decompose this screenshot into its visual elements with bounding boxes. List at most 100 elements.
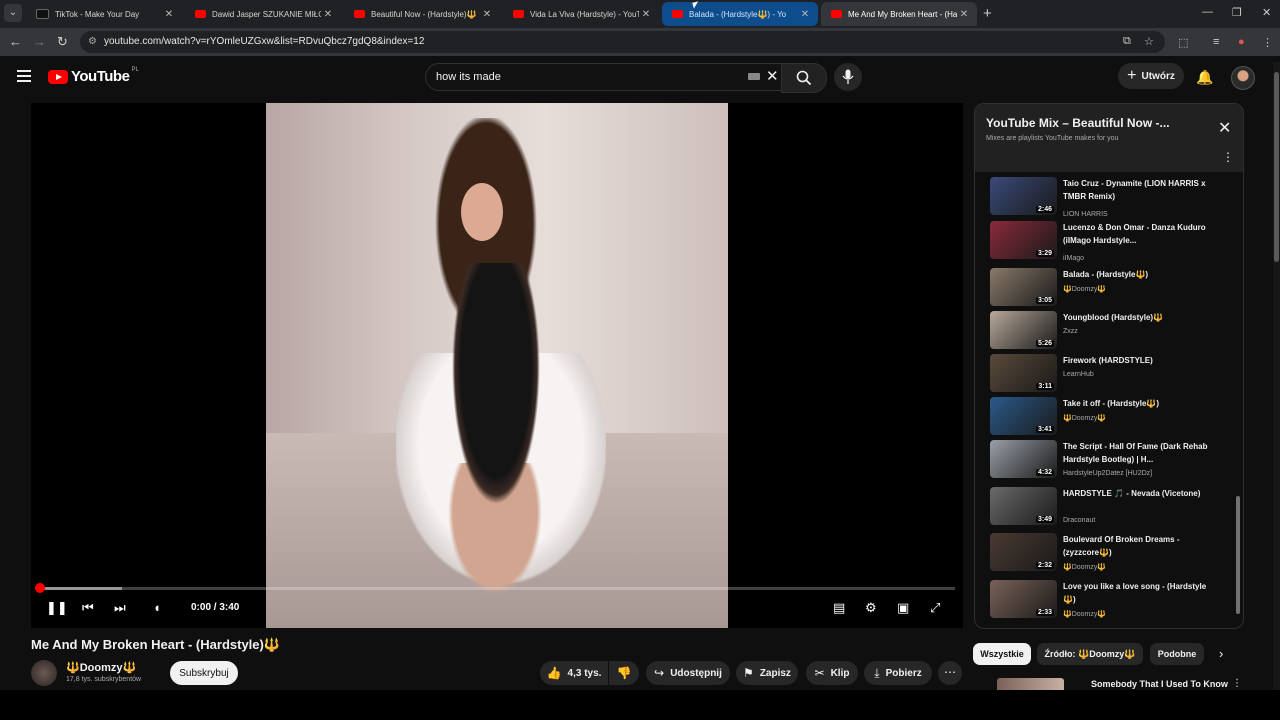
forward-icon[interactable]: → <box>33 34 46 49</box>
youtube-logo[interactable]: YouTube PL <box>48 67 139 85</box>
next-video-title[interactable]: Somebody That I Used To Know <box>1091 679 1228 689</box>
playlist-item-title[interactable]: Balada - (Hardstyle🔱) <box>1063 268 1213 281</box>
menu-icon[interactable] <box>17 70 31 85</box>
dislike-button[interactable]: 👎 <box>609 661 639 685</box>
close-tab-icon[interactable]: ✕ <box>321 9 335 20</box>
browser-tab[interactable]: Beautiful Now - (Hardstyle)🔱 ✕ <box>344 2 500 26</box>
more-actions-icon[interactable]: ⋯ <box>938 661 962 685</box>
close-tab-icon[interactable]: ✕ <box>162 9 176 20</box>
bookmark-star-icon[interactable]: ☆ <box>1144 35 1154 48</box>
media-control-icon[interactable]: ≡ <box>1213 36 1219 48</box>
chip-source-channel[interactable]: Źródło: 🔱Doomzy🔱 <box>1037 643 1143 665</box>
playlist-item[interactable]: 4:32 The Script - Hall Of Fame (Dark Reha… <box>990 440 1230 482</box>
playlist-item-title[interactable]: The Script - Hall Of Fame (Dark Rehab Ha… <box>1063 440 1213 466</box>
extensions-icon[interactable]: ⬚ <box>1178 36 1188 49</box>
site-info-icon[interactable]: ⚙ <box>88 36 97 47</box>
chip-related[interactable]: Podobne <box>1150 643 1204 665</box>
playlist-item[interactable]: 3:05 Balada - (Hardstyle🔱) 🔱Doomzy🔱 <box>990 268 1230 310</box>
playlist-item-title[interactable]: Firework (HARDSTYLE) <box>1063 354 1213 367</box>
playlist-item-title[interactable]: Boulevard Of Broken Dreams - (zyzzcore🔱) <box>1063 533 1213 559</box>
playlist-item-thumbnail[interactable]: 2:32 <box>990 533 1057 571</box>
browser-tab[interactable]: Balada - (Hardstyle🔱) - Yo ✕ <box>662 2 818 26</box>
close-window-icon[interactable]: ✕ <box>1262 6 1271 19</box>
like-button[interactable]: 👍 4,3 tys. <box>540 661 608 685</box>
subtitles-icon[interactable]: ▤ <box>833 600 845 616</box>
close-tab-icon[interactable]: ✕ <box>798 9 812 20</box>
browser-menu-icon[interactable]: ⋮ <box>1262 36 1273 49</box>
playlist-menu-icon[interactable]: ⋮ <box>1222 150 1234 164</box>
search-button[interactable] <box>781 63 827 93</box>
minimize-icon[interactable]: — <box>1202 6 1213 18</box>
tab-search-chevron-icon[interactable]: ⌄ <box>4 4 22 22</box>
close-tab-icon[interactable]: ✕ <box>480 9 494 20</box>
playlist-item[interactable]: 3:29 Lucenzo & Don Omar - Danza Kuduro (i… <box>990 221 1230 263</box>
browser-tab[interactable]: TikTok - Make Your Day ✕ <box>26 2 182 26</box>
playlist-item-thumbnail[interactable]: 4:32 <box>990 440 1057 478</box>
account-avatar[interactable] <box>1231 66 1255 90</box>
playlist-item-title[interactable]: Youngblood (Hardstyle)🔱 <box>1063 311 1213 324</box>
previous-icon[interactable]: ⏮ <box>82 600 94 616</box>
pause-icon[interactable]: ❚❚ <box>46 600 68 616</box>
scrubber-handle[interactable] <box>35 583 45 593</box>
close-playlist-icon[interactable]: ✕ <box>1218 118 1231 138</box>
progress-bar[interactable] <box>35 583 955 593</box>
browser-tab[interactable]: Dawid Jasper SZUKANIE MIŁOŚ ✕ <box>185 2 341 26</box>
page-scrollbar[interactable] <box>1273 62 1280 690</box>
omnibox[interactable]: ⚙ youtube.com/watch?v=rYOmleUZGxw&list=R… <box>80 31 1165 53</box>
close-tab-icon[interactable]: ✕ <box>957 9 971 20</box>
playlist-item[interactable]: 3:41 Take it off - (Hardstyle🔱) 🔱Doomzy🔱 <box>990 397 1230 439</box>
reload-icon[interactable]: ↻ <box>57 34 68 50</box>
new-tab-icon[interactable]: + <box>983 5 992 22</box>
next-video-menu-icon[interactable]: ⋮ <box>1232 678 1242 689</box>
clear-search-icon[interactable]: ✕ <box>766 67 779 85</box>
search-input[interactable]: how its made ✕ <box>425 63 782 91</box>
chevron-right-icon[interactable]: › <box>1219 646 1223 661</box>
save-button[interactable]: ⚑ Zapisz <box>736 661 798 685</box>
close-tab-icon[interactable]: ✕ <box>639 9 653 20</box>
playlist-item-thumbnail[interactable]: 3:41 <box>990 397 1057 435</box>
keyboard-icon[interactable] <box>748 73 760 80</box>
playlist-item-thumbnail[interactable]: 3:49 <box>990 487 1057 525</box>
playlist-item-thumbnail[interactable]: 3:05 <box>990 268 1057 306</box>
volume-icon[interactable]: ◖ <box>153 600 161 615</box>
playlist-item[interactable]: 2:46 Taio Cruz - Dynamite (LION HARRIS x … <box>990 177 1230 219</box>
video-player[interactable] <box>31 103 963 628</box>
page-scrollbar-thumb[interactable] <box>1274 72 1279 262</box>
maximize-icon[interactable]: ❐ <box>1232 6 1242 19</box>
search-query[interactable]: how its made <box>436 71 501 83</box>
playlist-item-title[interactable]: HARDSTYLE 🎵 - Nevada (Vicetone) <box>1063 487 1213 500</box>
playlist-item-thumbnail[interactable]: 2:33 <box>990 580 1057 618</box>
profile-icon[interactable]: ● <box>1238 36 1245 48</box>
create-button[interactable]: + Utwórz <box>1118 63 1184 89</box>
install-app-icon[interactable]: ⧉ <box>1123 35 1131 48</box>
playlist-scrollbar[interactable] <box>1236 174 1240 624</box>
notifications-bell-icon[interactable]: 🔔 <box>1196 69 1213 86</box>
playlist-item[interactable]: 3:11 Firework (HARDSTYLE) LearnHub <box>990 354 1230 396</box>
back-icon[interactable]: ← <box>9 34 22 49</box>
chip-all[interactable]: Wszystkie <box>973 643 1031 665</box>
playlist-item-title[interactable]: Lucenzo & Don Omar - Danza Kuduro (iIMag… <box>1063 221 1213 247</box>
share-button[interactable]: ↪ Udostępnij <box>646 661 730 685</box>
playlist-item-thumbnail[interactable]: 3:11 <box>990 354 1057 392</box>
clip-button[interactable]: ✂ Klip <box>806 661 858 685</box>
download-button[interactable]: ⤓ Pobierz <box>864 661 932 685</box>
browser-tab[interactable]: Vida La Viva (Hardstyle) - YouTu ✕ <box>503 2 659 26</box>
settings-gear-icon[interactable]: ⚙ <box>865 600 877 616</box>
fullscreen-icon[interactable]: ⤢ <box>930 600 940 616</box>
miniplayer-icon[interactable]: ▣ <box>897 600 909 616</box>
playlist-item[interactable]: 2:33 Love you like a love song - (Hardsty… <box>990 580 1230 622</box>
channel-name[interactable]: 🔱Doomzy🔱 <box>66 661 136 674</box>
playlist-title[interactable]: YouTube Mix – Beautiful Now -... <box>986 116 1170 130</box>
voice-search-button[interactable] <box>834 63 862 91</box>
url-text[interactable]: youtube.com/watch?v=rYOmleUZGxw&list=RDv… <box>104 36 424 47</box>
playlist-item[interactable]: 5:26 Youngblood (Hardstyle)🔱 Zxzz <box>990 311 1230 353</box>
playlist-item-thumbnail[interactable]: 5:26 <box>990 311 1057 349</box>
playlist-item-title[interactable]: Taio Cruz - Dynamite (LION HARRIS x TMBR… <box>1063 177 1213 203</box>
browser-tab-active[interactable]: Me And My Broken Heart - (Ha ✕ <box>821 2 977 26</box>
channel-avatar[interactable] <box>31 660 57 686</box>
next-icon[interactable]: ⏭ <box>114 600 126 616</box>
playlist-item[interactable]: 3:49 HARDSTYLE 🎵 - Nevada (Vicetone) Draco… <box>990 487 1230 529</box>
playlist-item[interactable]: 2:32 Boulevard Of Broken Dreams - (zyzzco… <box>990 533 1230 575</box>
playlist-item-title[interactable]: Love you like a love song - (Hardstyle 🔱… <box>1063 580 1213 606</box>
subscribe-button[interactable]: Subskrybuj <box>170 661 238 685</box>
